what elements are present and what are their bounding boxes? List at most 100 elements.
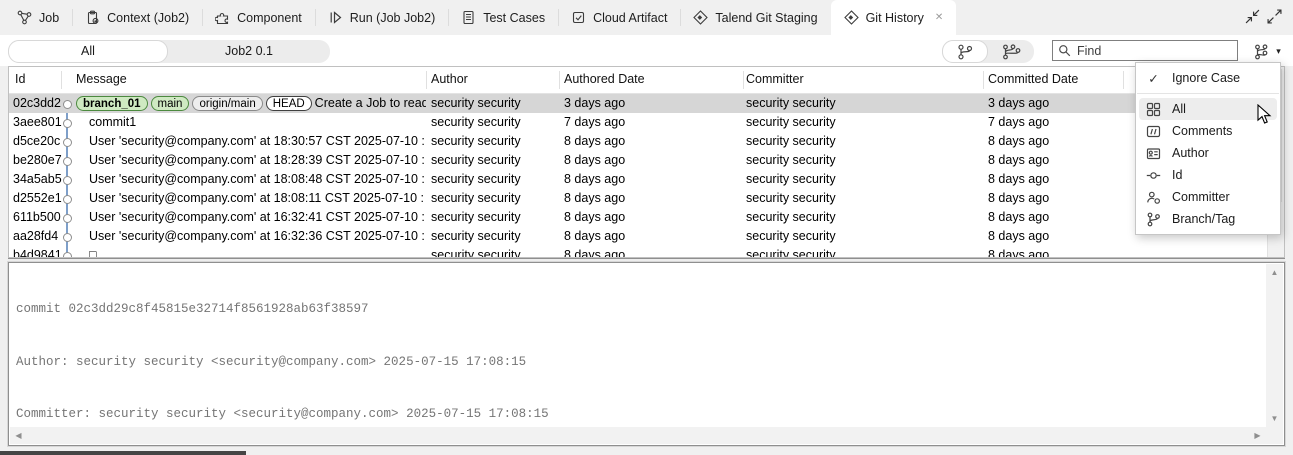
- menu-item-branch-tag[interactable]: Branch/Tag: [1136, 208, 1280, 230]
- scope-job-button[interactable]: Job2 0.1: [168, 40, 330, 63]
- run-icon: [328, 10, 343, 25]
- commit-node-icon: [1145, 168, 1162, 183]
- committed-date: 3 days ago: [988, 94, 1123, 113]
- committed-date: 8 days ago: [988, 246, 1123, 258]
- scroll-left-icon[interactable]: ◀: [10, 427, 27, 444]
- filter-dropdown-button[interactable]: ▾: [1248, 40, 1286, 63]
- tab-git-history[interactable]: Git History ✕: [831, 0, 957, 35]
- detail-horizontal-scrollbar[interactable]: ◀ ▶: [10, 427, 1266, 444]
- commit-message: User 'security@company.com' at 18:08:11 …: [89, 189, 426, 208]
- menu-item-label: Author: [1172, 146, 1209, 160]
- scroll-right-icon[interactable]: ▶: [1249, 427, 1266, 444]
- table-row[interactable]: 02c3dd2 branch_01 main origin/main HEAD …: [9, 94, 1268, 113]
- commit-graph-node: [63, 119, 72, 128]
- menu-item-label: Ignore Case: [1172, 71, 1240, 85]
- menu-item-committer[interactable]: Committer: [1136, 186, 1280, 208]
- branch-simple-icon: [956, 44, 974, 60]
- table-row[interactable]: 3aee801 commit1 security security 7 days…: [9, 113, 1268, 132]
- git-diamond-icon: [844, 10, 859, 25]
- tab-label: Cloud Artifact: [593, 11, 667, 25]
- tab-cloud-artifact[interactable]: Cloud Artifact: [558, 0, 680, 35]
- tab-test-cases[interactable]: Test Cases: [448, 0, 558, 35]
- menu-item-author[interactable]: Author: [1136, 142, 1280, 164]
- committed-date: 8 days ago: [988, 151, 1123, 170]
- detail-vertical-scrollbar[interactable]: ▲ ▼: [1266, 264, 1283, 427]
- table-row[interactable]: 611b500 User 'security@company.com' at 1…: [9, 208, 1268, 227]
- authored-date: 8 days ago: [564, 189, 739, 208]
- column-header-author[interactable]: Author: [431, 67, 468, 92]
- table-row[interactable]: b4d9841 □ security security 8 days ago s…: [9, 246, 1268, 258]
- table-row[interactable]: be280e7 User 'security@company.com' at 1…: [9, 151, 1268, 170]
- author: security security: [431, 189, 559, 208]
- commit-message: Create a Job to read and write data.: [315, 94, 426, 113]
- table-row[interactable]: 34a5ab5 User 'security@company.com' at 1…: [9, 170, 1268, 189]
- menu-item-id[interactable]: Id: [1136, 164, 1280, 186]
- commit-graph-node: [63, 157, 72, 166]
- author: security security: [431, 94, 559, 113]
- menu-item-label: Committer: [1172, 190, 1230, 204]
- commit-id: be280e7: [13, 151, 63, 170]
- commit-graph-node: [63, 233, 72, 242]
- branch-tree-toggle[interactable]: [988, 40, 1034, 63]
- column-header-committer[interactable]: Committer: [746, 67, 804, 92]
- find-searchbox[interactable]: [1052, 40, 1238, 61]
- committed-date: 8 days ago: [988, 170, 1123, 189]
- cloud-artifact-icon: [571, 10, 586, 25]
- tab-run[interactable]: Run (Job Job2): [315, 0, 448, 35]
- committed-date: 8 days ago: [988, 208, 1123, 227]
- commit-message-cell: branch_01 main origin/main HEAD Create a…: [76, 94, 426, 113]
- commit-detail-panel: commit 02c3dd29c8f45815e32714f8561928ab6…: [8, 262, 1285, 446]
- authored-date: 8 days ago: [564, 151, 739, 170]
- column-divider: [559, 71, 560, 89]
- table-row[interactable]: d5ce20c User 'security@company.com' at 1…: [9, 132, 1268, 151]
- commit-message: User 'security@company.com' at 16:32:36 …: [89, 227, 426, 246]
- tab-component[interactable]: Component: [202, 0, 315, 35]
- expand-icon[interactable]: [1267, 9, 1282, 24]
- table-header: Id Message Author Authored Date Committe…: [9, 67, 1284, 94]
- column-header-id[interactable]: Id: [15, 67, 25, 92]
- tab-label: Job: [39, 11, 59, 25]
- menu-item-label: All: [1172, 102, 1186, 116]
- commit-id: aa28fd4: [13, 227, 63, 246]
- close-icon[interactable]: ✕: [935, 12, 943, 23]
- badge-branch-main: main: [151, 96, 190, 111]
- committer-line: Committer: security security <security@c…: [16, 406, 1262, 424]
- taskbar-fragment: [0, 451, 246, 455]
- view-tab-bar: Job Context (Job2) Component Run (Job Jo…: [0, 0, 1293, 35]
- menu-item-ignore-case[interactable]: ✓ Ignore Case: [1136, 67, 1280, 89]
- scope-all-button[interactable]: All: [8, 40, 168, 63]
- column-header-message[interactable]: Message: [76, 67, 127, 92]
- branch-simple-toggle[interactable]: [942, 40, 988, 63]
- commit-id: 3aee801: [13, 113, 63, 132]
- commit-message: User 'security@company.com' at 18:28:39 …: [89, 151, 426, 170]
- column-header-authored-date[interactable]: Authored Date: [564, 67, 645, 92]
- search-icon: [1058, 44, 1071, 57]
- collapse-icon[interactable]: [1245, 9, 1260, 24]
- tab-job[interactable]: Job: [4, 0, 72, 35]
- tab-context[interactable]: Context (Job2): [72, 0, 202, 35]
- committed-date: 8 days ago: [988, 132, 1123, 151]
- committer: security security: [746, 208, 981, 227]
- commit-id: 611b500: [13, 208, 63, 227]
- scroll-up-icon[interactable]: ▲: [1266, 264, 1283, 281]
- committed-date: 7 days ago: [988, 113, 1123, 132]
- find-input[interactable]: [1075, 43, 1232, 59]
- commit-graph-node: [63, 138, 72, 147]
- commit-id: 34a5ab5: [13, 170, 63, 189]
- mouse-cursor: [1257, 104, 1273, 126]
- scroll-down-icon[interactable]: ▼: [1266, 410, 1283, 427]
- scrollbar-corner: [1266, 427, 1283, 444]
- component-icon: [215, 10, 230, 25]
- tab-label: Component: [237, 11, 302, 25]
- table-row[interactable]: aa28fd4 User 'security@company.com' at 1…: [9, 227, 1268, 246]
- tab-label: Git History: [866, 11, 924, 25]
- column-header-committed-date[interactable]: Committed Date: [988, 67, 1078, 92]
- commit-id: b4d9841: [13, 246, 63, 258]
- column-divider: [743, 71, 744, 89]
- column-divider: [1123, 71, 1124, 89]
- commit-message: User 'security@company.com' at 18:08:48 …: [89, 170, 426, 189]
- commit-graph-node: [63, 195, 72, 204]
- tab-talend-git-staging[interactable]: Talend Git Staging: [680, 0, 830, 35]
- commit-message: □: [89, 246, 426, 258]
- table-row[interactable]: d2552e1 User 'security@company.com' at 1…: [9, 189, 1268, 208]
